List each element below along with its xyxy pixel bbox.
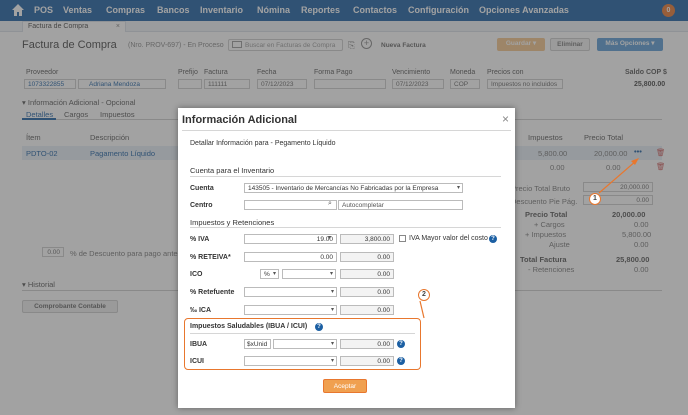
callout-arrows — [419, 158, 639, 319]
callout-2: 2 — [418, 289, 430, 301]
callout-1: 1 — [589, 193, 601, 205]
